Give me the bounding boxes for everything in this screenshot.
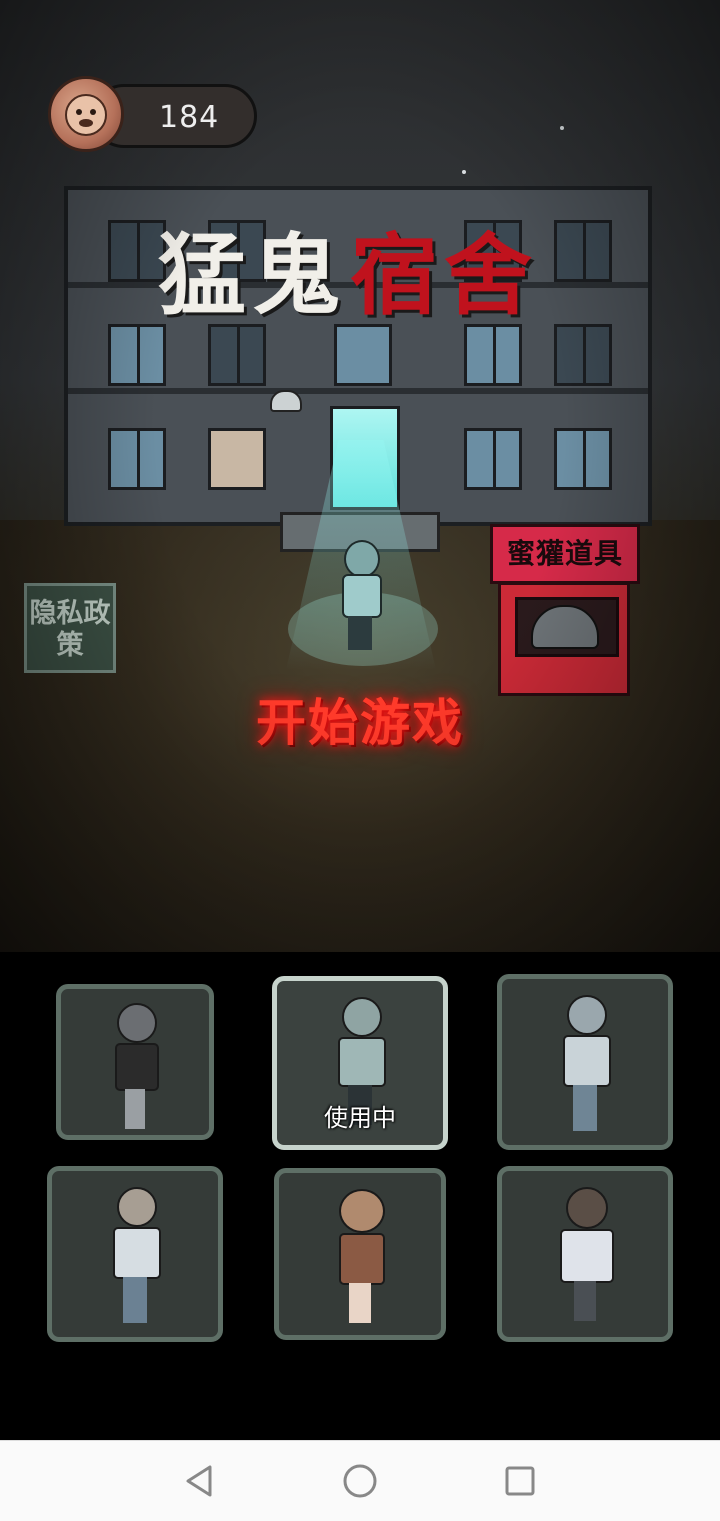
window bbox=[554, 324, 612, 386]
start-game-button[interactable]: 开始游戏 bbox=[240, 688, 480, 758]
coin-value: 184 bbox=[159, 100, 220, 135]
star bbox=[560, 126, 564, 130]
shop-booth-button[interactable]: 蜜獾道具 bbox=[490, 524, 640, 700]
in-use-label: 使用中 bbox=[324, 1104, 396, 1132]
character-girl-black-dress bbox=[105, 1003, 165, 1133]
character-boy-tracksuit bbox=[555, 995, 615, 1135]
system-navigation-bar bbox=[0, 1440, 720, 1521]
back-icon[interactable] bbox=[182, 1463, 218, 1499]
character-girl-ponytail-tracksuit bbox=[105, 1187, 165, 1327]
window bbox=[108, 428, 166, 490]
player-character bbox=[338, 540, 382, 652]
privacy-policy-button[interactable]: 隐私政策 bbox=[24, 583, 116, 673]
window bbox=[334, 324, 392, 386]
character-card[interactable] bbox=[497, 1166, 673, 1342]
character-selection-panel: 使用中 bbox=[0, 952, 720, 1440]
home-icon[interactable] bbox=[342, 1463, 378, 1499]
window bbox=[208, 324, 266, 386]
character-card[interactable] bbox=[47, 1166, 223, 1342]
game-title-part2: 宿舍 bbox=[350, 223, 539, 327]
window bbox=[464, 324, 522, 386]
lamp-icon bbox=[270, 390, 302, 412]
ghost-window bbox=[208, 428, 266, 490]
shop-sign: 蜜獾道具 bbox=[490, 524, 640, 584]
character-card[interactable] bbox=[56, 984, 214, 1140]
window bbox=[554, 220, 612, 282]
star bbox=[462, 170, 466, 174]
window bbox=[464, 428, 522, 490]
character-card[interactable] bbox=[497, 974, 673, 1150]
window bbox=[554, 428, 612, 490]
badger-coin-icon bbox=[48, 76, 124, 152]
window bbox=[108, 324, 166, 386]
game-title-part1: 猛鬼 bbox=[158, 223, 347, 327]
character-girl-pigtails-apron bbox=[325, 1189, 395, 1329]
recent-apps-icon[interactable] bbox=[502, 1463, 538, 1499]
shop-booth bbox=[498, 582, 630, 696]
character-card-selected[interactable]: 使用中 bbox=[272, 976, 448, 1150]
character-card[interactable] bbox=[274, 1168, 446, 1340]
character-girl-sailor-uniform bbox=[550, 1187, 620, 1327]
